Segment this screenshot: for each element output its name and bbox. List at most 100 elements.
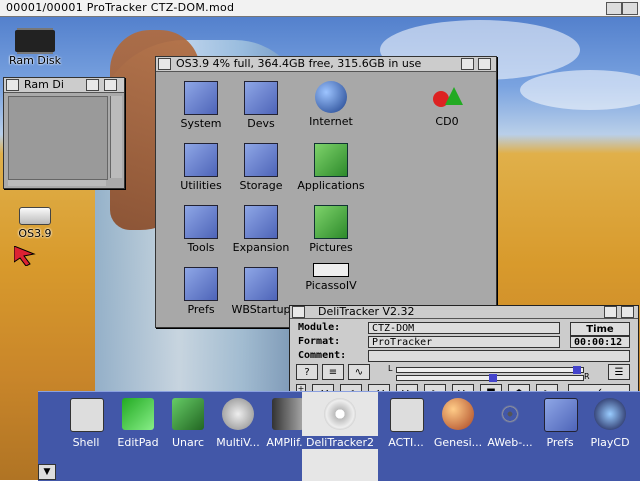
depth-gadget-icon[interactable] — [606, 2, 622, 15]
box-icon — [172, 398, 204, 430]
tools-drawer-icon — [184, 205, 218, 239]
mouse-pointer-icon — [14, 246, 36, 266]
drawer-applications[interactable]: Applications — [296, 143, 366, 192]
expansion-drawer-icon — [244, 205, 278, 239]
zoom-icon[interactable] — [86, 79, 99, 91]
dock-item-unarc[interactable]: Unarc — [160, 392, 216, 481]
depth-icon[interactable] — [478, 58, 491, 70]
pictures-drawer-icon — [314, 205, 348, 239]
graphics-card-icon — [313, 263, 349, 277]
screen-front-icon[interactable] — [622, 2, 638, 15]
window-title: OS3.9 4% full, 364.4GB free, 315.6GB in … — [176, 57, 422, 70]
screen-titlebar: 00001/00001 ProTracker CTZ-DOM.mod — [0, 0, 640, 17]
dock-item-shell[interactable]: Shell — [58, 392, 114, 481]
os39-window-titlebar[interactable]: OS3.9 4% full, 364.4GB free, 315.6GB in … — [156, 57, 496, 72]
depth-icon[interactable] — [104, 79, 117, 91]
balance-slider-knob[interactable] — [573, 366, 581, 374]
dock-item-prefs[interactable]: Prefs — [532, 392, 588, 481]
module-field: CTZ-DOM — [368, 322, 560, 334]
volume-slider[interactable] — [396, 374, 584, 382]
window-title: Ram Di — [24, 78, 64, 91]
pencil-icon — [122, 398, 154, 430]
prefs-drawer-icon — [184, 267, 218, 301]
cloud — [520, 70, 640, 110]
close-icon[interactable] — [158, 58, 171, 70]
slider-left-label: L — [388, 364, 393, 373]
desktop-icon-label: Ram Disk — [9, 54, 61, 67]
dock-item-aweb[interactable]: AWeb-... — [482, 392, 538, 481]
desktop-icon-label: OS3.9 — [18, 227, 52, 240]
storage-drawer-icon — [244, 143, 278, 177]
desktop-icon-ramdisk[interactable]: Ram Disk — [0, 26, 70, 67]
disc-icon — [594, 398, 626, 430]
volume-slider-knob[interactable] — [489, 374, 497, 382]
drawer-expansion[interactable]: Expansion — [226, 205, 296, 254]
dock-item-multiview[interactable]: MultiV... — [210, 392, 266, 481]
mixer-button[interactable]: ≡ — [322, 364, 344, 380]
dock-item-playcd[interactable]: PlayCD — [582, 392, 638, 481]
effect-button[interactable]: ∿ — [348, 364, 370, 380]
globe-icon — [442, 398, 474, 430]
shell-icon — [70, 398, 104, 432]
os39-window[interactable]: OS3.9 4% full, 364.4GB free, 315.6GB in … — [155, 56, 497, 328]
system-drawer-icon — [184, 81, 218, 115]
magnifier-icon — [222, 398, 254, 430]
chip-icon — [15, 30, 55, 52]
comment-field — [368, 350, 630, 362]
cd-icon — [324, 398, 356, 430]
dock-item-genesis[interactable]: Genesi... — [430, 392, 486, 481]
module-label: Module: — [298, 322, 341, 333]
zoom-icon[interactable] — [604, 306, 617, 318]
depth-icon[interactable] — [621, 306, 634, 318]
prefs-drawer-icon — [544, 398, 578, 432]
ramdisk-content — [8, 96, 108, 180]
dock-menu-icon[interactable]: ▼ — [38, 464, 56, 480]
vertical-scrollbar[interactable] — [110, 96, 122, 178]
zoom-icon[interactable] — [461, 58, 474, 70]
dock-item-delitracker[interactable]: DeliTracker2 — [302, 392, 378, 481]
dock-item-actions[interactable]: ACTI... — [378, 392, 434, 481]
slider-right-label: R — [584, 372, 590, 381]
delitracker-window[interactable]: DeliTracker V2.32 Module: CTZ-DOM Format… — [289, 305, 639, 403]
ramdisk-window-titlebar[interactable]: Ram Di — [4, 78, 124, 93]
delitracker-titlebar[interactable]: DeliTracker V2.32 — [290, 305, 638, 319]
harddisk-icon — [19, 207, 51, 225]
mixer-icon: ≡ — [328, 367, 338, 378]
screen-title: 00001/00001 ProTracker CTZ-DOM.mod — [6, 1, 235, 14]
globe-icon — [315, 81, 347, 113]
applications-drawer-icon — [314, 143, 348, 177]
horizontal-scrollbar[interactable] — [8, 180, 106, 186]
cd-shapes-icon — [431, 81, 463, 113]
window-title: DeliTracker V2.32 — [318, 305, 415, 318]
utilities-drawer-icon — [184, 143, 218, 177]
time-field: 00:00:12 — [570, 336, 630, 348]
wbstartup-drawer-icon — [244, 267, 278, 301]
dock-item-editpad[interactable]: EditPad — [110, 392, 166, 481]
devs-drawer-icon — [244, 81, 278, 115]
drawer-storage[interactable]: Storage — [226, 143, 296, 192]
drawer-pictures[interactable]: Pictures — [296, 205, 366, 254]
close-icon[interactable] — [6, 79, 19, 91]
dock-bar: Shell EditPad Unarc MultiV... AMPlif... … — [38, 391, 640, 481]
drawer-cd0[interactable]: CD0 — [412, 81, 482, 128]
format-field: ProTracker — [368, 336, 560, 348]
balance-slider[interactable] — [396, 366, 584, 374]
drawer-devs[interactable]: Devs — [226, 81, 296, 130]
drawer-internet[interactable]: Internet — [296, 81, 366, 128]
playlist-button[interactable]: ☰ — [608, 364, 630, 380]
drawer-wbstartup[interactable]: WBStartup — [226, 267, 296, 316]
wave-icon: ∿ — [354, 367, 364, 378]
ramdisk-window[interactable]: Ram Di — [3, 77, 125, 189]
format-label: Format: — [298, 336, 341, 347]
document-icon — [390, 398, 424, 432]
slider-area: L R — [386, 364, 594, 382]
list-icon: ☰ — [614, 367, 624, 378]
desktop-icon-os39[interactable]: OS3.9 — [0, 203, 70, 240]
close-icon[interactable] — [292, 306, 305, 318]
comment-label: Comment: — [298, 350, 347, 361]
speaker-icon — [272, 398, 304, 430]
web-icon — [494, 398, 526, 430]
time-label: Time — [570, 322, 630, 336]
icon-picassoiv[interactable]: PicassoIV — [296, 261, 366, 292]
help-button[interactable]: ? — [296, 364, 318, 380]
